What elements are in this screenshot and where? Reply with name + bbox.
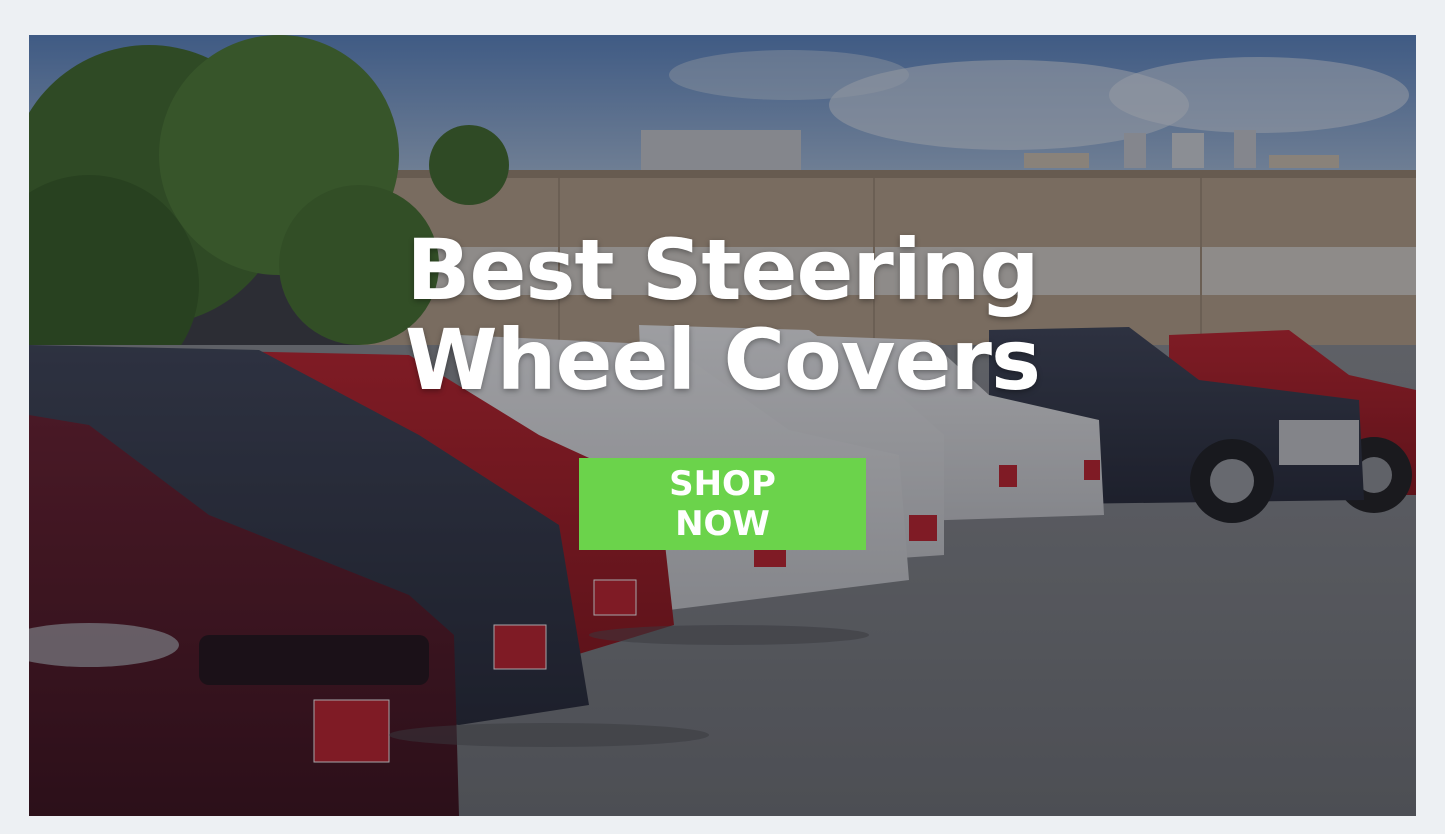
headline-line-1: Best Steering (406, 221, 1039, 319)
shop-now-button[interactable]: SHOP NOW (579, 458, 866, 550)
promo-banner[interactable]: Best Steering Wheel Covers SHOP NOW (29, 35, 1416, 816)
banner-headline: Best Steering Wheel Covers (29, 225, 1416, 405)
headline-line-2: Wheel Covers (405, 311, 1041, 409)
cta-line-2: NOW (675, 504, 770, 544)
cta-line-1: SHOP (669, 464, 776, 504)
dark-overlay (29, 35, 1416, 816)
page-frame: Best Steering Wheel Covers SHOP NOW (0, 0, 1445, 834)
